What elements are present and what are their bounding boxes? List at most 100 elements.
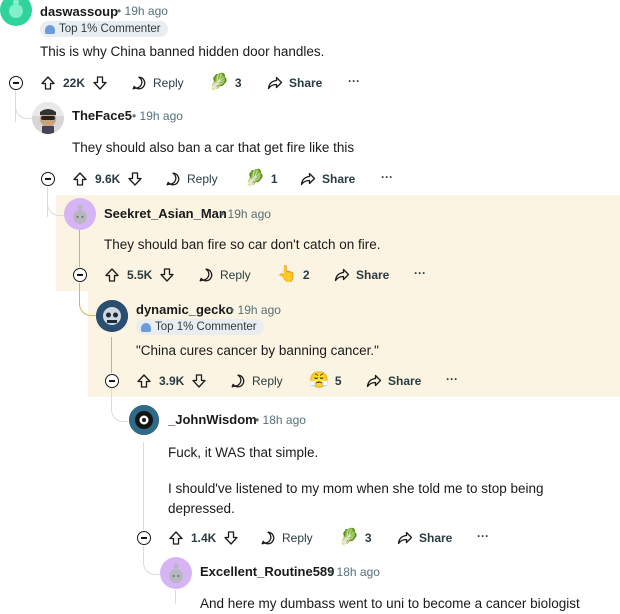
award-button[interactable]: 🥬 3 xyxy=(209,75,242,91)
reply-button[interactable]: Reply xyxy=(198,267,251,283)
award-count: 2 xyxy=(302,268,310,282)
award-count: 1 xyxy=(270,172,278,186)
more-options-button[interactable]: ··· xyxy=(477,529,489,543)
separator: • xyxy=(230,303,235,317)
collapse-button[interactable] xyxy=(41,172,55,186)
vote-count: 9.6K xyxy=(95,172,121,186)
reply-button[interactable]: Reply xyxy=(165,171,218,187)
upvote-group: 9.6K xyxy=(72,171,143,187)
top-commenter-badge: Top 1% Commenter xyxy=(40,21,168,37)
downvote-icon[interactable] xyxy=(191,373,207,389)
reply-label: Reply xyxy=(220,268,251,282)
timestamp-text: 19h ago xyxy=(237,303,281,317)
downvote-icon[interactable] xyxy=(223,530,239,546)
badge-icon xyxy=(45,24,55,34)
timestamp-text: 19h ago xyxy=(124,4,168,18)
downvote-icon[interactable] xyxy=(92,75,108,91)
timestamp-text: 18h ago xyxy=(336,565,380,579)
share-label: Share xyxy=(388,374,422,388)
more-options-button[interactable]: ··· xyxy=(414,266,426,280)
timestamp-text: 19h ago xyxy=(139,109,183,123)
share-button[interactable]: Share xyxy=(300,171,355,187)
vote-count: 3.9K xyxy=(159,374,185,388)
reply-button[interactable]: Reply xyxy=(131,75,184,91)
comment-line: This is why China banned hidden door han… xyxy=(40,44,325,59)
username[interactable]: Seekret_Asian_Man xyxy=(104,206,227,221)
award-button[interactable]: 🥬 1 xyxy=(245,171,278,187)
upvote-icon[interactable] xyxy=(168,530,184,546)
collapse-button[interactable] xyxy=(137,531,151,545)
top-commenter-badge: Top 1% Commenter xyxy=(136,319,264,335)
timestamp: • 19h ago xyxy=(132,109,183,123)
award-icon: 🥬 xyxy=(209,74,229,91)
downvote-icon[interactable] xyxy=(159,267,175,283)
reply-icon xyxy=(231,374,245,388)
thread-line xyxy=(143,442,144,530)
avatar[interactable] xyxy=(160,557,192,589)
share-label: Share xyxy=(322,172,356,186)
thread-elbow xyxy=(79,283,96,316)
more-options-button[interactable]: ··· xyxy=(348,74,360,88)
upvote-icon[interactable] xyxy=(40,75,56,91)
comment-line: depressed. xyxy=(168,501,235,516)
share-button[interactable]: Share xyxy=(267,75,322,91)
reply-label: Reply xyxy=(187,172,218,186)
timestamp: • 19h ago xyxy=(220,207,271,221)
reply-button[interactable]: Reply xyxy=(230,373,283,389)
reply-icon xyxy=(199,268,213,282)
award-button[interactable]: 🥬 3 xyxy=(339,530,372,546)
username[interactable]: daswassoup xyxy=(40,4,118,19)
username[interactable]: _JohnWisdom xyxy=(168,412,257,427)
award-icon: 🥬 xyxy=(339,529,359,546)
comment-line: I should've listened to my mom when she … xyxy=(168,481,544,496)
reply-icon xyxy=(132,76,146,90)
share-button[interactable]: Share xyxy=(334,267,389,283)
timestamp-text: 18h ago xyxy=(262,413,306,427)
comment-body: This is why China banned hidden door han… xyxy=(40,42,324,62)
badge-icon xyxy=(141,322,151,332)
badge-label: Top 1% Commenter xyxy=(155,321,257,333)
collapse-button[interactable] xyxy=(9,76,23,90)
reply-label: Reply xyxy=(282,531,313,545)
comment-line: Fuck, it WAS that simple. xyxy=(168,445,319,460)
separator: • xyxy=(329,565,334,579)
vote-count: 22K xyxy=(63,76,86,90)
username[interactable]: TheFace5 xyxy=(72,108,132,123)
upvote-icon[interactable] xyxy=(72,171,88,187)
vote-count: 1.4K xyxy=(191,531,217,545)
upvote-group: 22K xyxy=(40,75,108,91)
avatar[interactable] xyxy=(96,300,128,332)
award-count: 3 xyxy=(234,76,242,90)
collapse-button[interactable] xyxy=(73,268,87,282)
share-button[interactable]: Share xyxy=(397,530,452,546)
avatar[interactable] xyxy=(32,102,64,134)
more-icon: ··· xyxy=(348,74,360,88)
username[interactable]: Excellent_Routine589 xyxy=(200,564,334,579)
reply-label: Reply xyxy=(153,76,184,90)
more-options-button[interactable]: ··· xyxy=(446,372,458,386)
upvote-group: 3.9K xyxy=(136,373,207,389)
avatar[interactable] xyxy=(0,0,32,26)
reply-button[interactable]: Reply xyxy=(260,530,313,546)
share-icon xyxy=(334,268,350,282)
badge-label: Top 1% Commenter xyxy=(59,23,161,35)
comment-body: They should also ban a car that get fire… xyxy=(72,138,354,158)
upvote-icon[interactable] xyxy=(136,373,152,389)
award-button[interactable]: 👆 2 xyxy=(277,267,310,283)
username[interactable]: dynamic_gecko xyxy=(136,302,234,317)
thread-elbow xyxy=(111,389,128,422)
avatar[interactable] xyxy=(129,405,159,435)
avatar[interactable] xyxy=(64,198,96,230)
more-icon: ··· xyxy=(446,372,458,386)
award-icon: 👆 xyxy=(277,266,297,283)
comment-body: And here my dumbass went to uni to becom… xyxy=(200,594,580,614)
upvote-icon[interactable] xyxy=(104,267,120,283)
more-options-button[interactable]: ··· xyxy=(381,170,393,184)
reply-label: Reply xyxy=(252,374,283,388)
downvote-icon[interactable] xyxy=(127,171,143,187)
collapse-button[interactable] xyxy=(105,374,119,388)
timestamp: • 18h ago xyxy=(255,413,306,427)
award-button[interactable]: 😤 5 xyxy=(309,373,342,389)
share-button[interactable]: Share xyxy=(366,373,421,389)
timestamp: • 19h ago xyxy=(230,303,281,317)
